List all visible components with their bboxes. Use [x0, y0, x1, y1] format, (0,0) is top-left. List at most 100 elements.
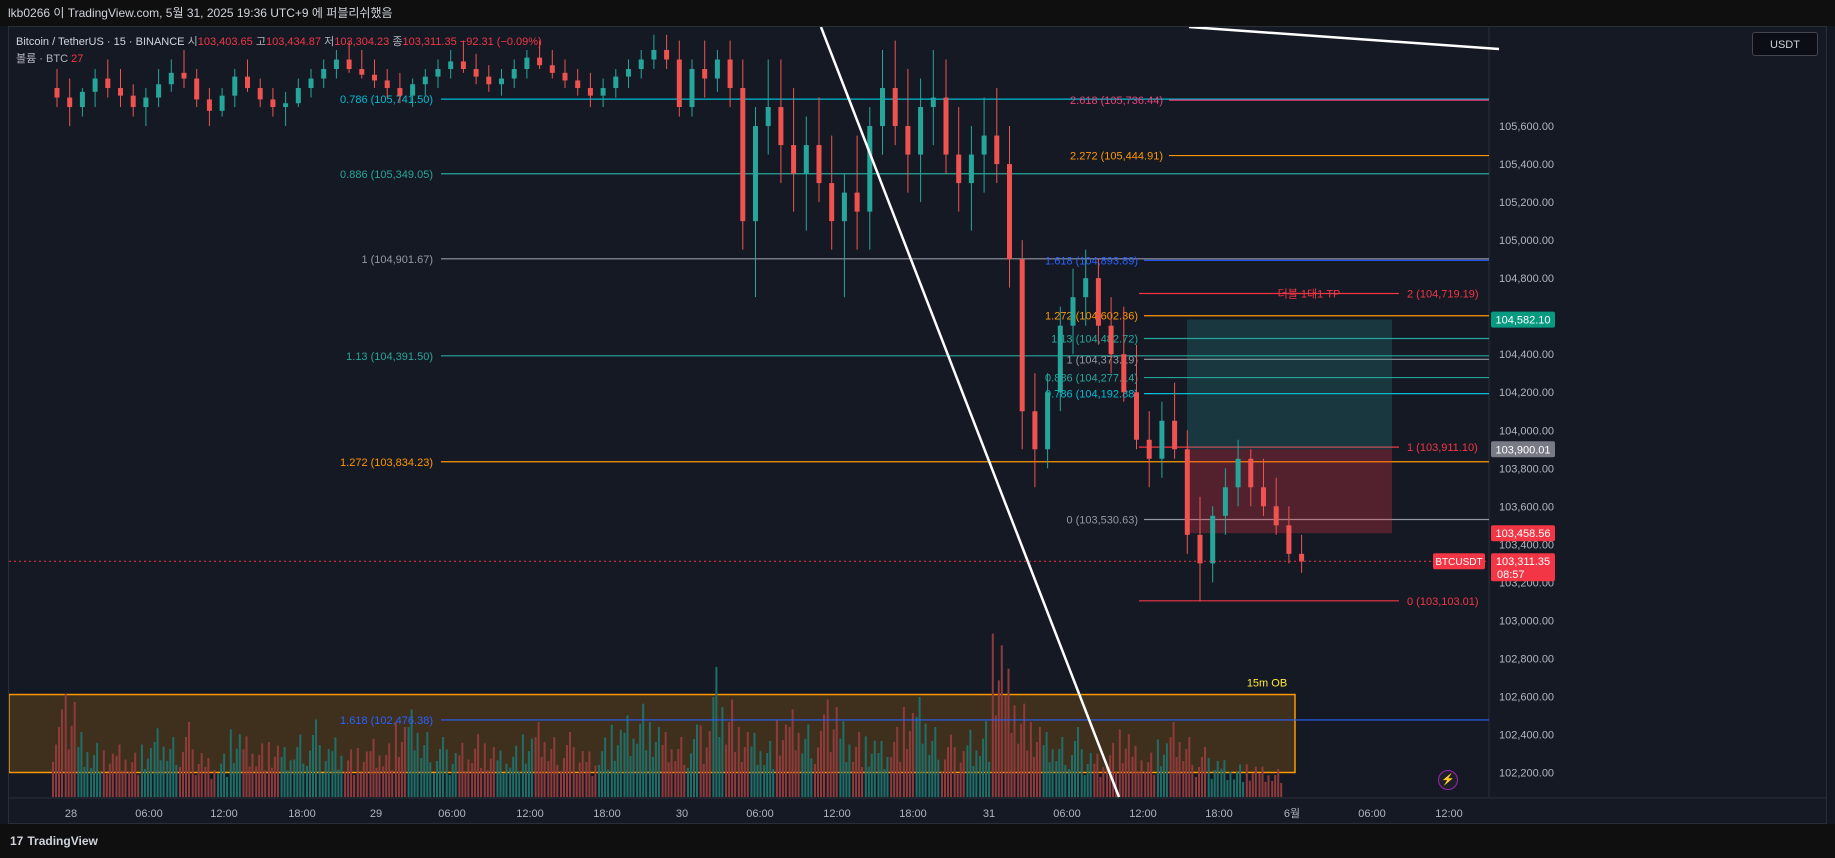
volume-bar	[1137, 771, 1140, 797]
candle-body	[1261, 487, 1266, 507]
lightning-icon[interactable]: ⚡	[1438, 770, 1458, 790]
volume-bar	[1061, 737, 1064, 797]
candle-body	[168, 72, 174, 85]
volume-bar	[880, 741, 883, 797]
volume-bar	[823, 714, 825, 797]
x-tick-label: 30	[676, 808, 688, 820]
volume-bar	[934, 727, 937, 797]
volume-bar	[664, 732, 667, 797]
volume-bar	[420, 758, 423, 797]
volume-bar	[1198, 767, 1200, 797]
volume-bar	[375, 767, 378, 797]
volume-bar	[64, 694, 67, 797]
currency-button[interactable]: USDT	[1752, 32, 1818, 56]
candle-body	[1184, 449, 1190, 535]
volume-bar	[480, 768, 483, 797]
volume-bar	[232, 763, 235, 797]
legend-row-ohlc: Bitcoin / TetherUS · 15 · BINANCE 시 103,4…	[16, 34, 542, 51]
volume-bar	[966, 745, 969, 797]
volume-bar	[756, 764, 759, 797]
volume-bar	[563, 758, 565, 797]
volume-bar	[931, 741, 934, 797]
volume-bar	[223, 753, 226, 797]
tradingview-logo[interactable]: 17 TradingView	[10, 834, 98, 848]
volume-bar	[276, 745, 279, 797]
x-tick-label: 12:00	[516, 808, 544, 820]
volume-bar	[591, 776, 594, 797]
x-tick-label: 28	[65, 808, 77, 820]
volume-bar	[553, 737, 556, 797]
volume-bar	[807, 724, 810, 797]
high-value: 103,434.87	[265, 36, 322, 48]
volume-bar	[185, 737, 187, 797]
volume-bar	[1226, 780, 1229, 797]
volume-bar	[175, 765, 178, 797]
symbol-name[interactable]: Bitcoin / TetherUS · 15 · BINANCE	[16, 36, 185, 48]
candle-body	[486, 76, 492, 85]
legend-row-volume: 볼륨 · BTC 27	[16, 51, 542, 68]
volume-bar	[810, 758, 813, 797]
volume-bar	[956, 774, 959, 797]
volume-bar	[1242, 782, 1245, 797]
candle-body	[1007, 164, 1012, 260]
volume-bar	[1248, 780, 1251, 797]
volume-bar	[86, 752, 89, 797]
chart-svg[interactable]: 105,600.00 105,400.00 105,200.00 105,000.00…	[9, 27, 1827, 824]
x-tick-label: 12:00	[1435, 808, 1463, 820]
volume-bar	[96, 742, 99, 797]
volume-bar	[1055, 761, 1058, 797]
volume-bar	[238, 734, 241, 797]
volume-bar	[93, 755, 96, 797]
volume-bar	[661, 745, 664, 797]
volume-bar	[166, 761, 169, 797]
volume-bar	[362, 762, 365, 797]
volume-bar	[83, 767, 86, 797]
volume-bar	[708, 731, 711, 797]
volume-bar	[746, 732, 749, 797]
volume-bar	[286, 770, 289, 797]
volume-bar	[712, 697, 715, 797]
volume-bar	[772, 769, 775, 797]
volume-bar	[693, 739, 695, 797]
volume-bar	[334, 737, 337, 797]
candle-body	[1045, 392, 1051, 450]
volume-bar	[1112, 742, 1115, 797]
chart-area[interactable]: 105,600.00 105,400.00 105,200.00 105,000.00…	[8, 26, 1827, 824]
volume-bar	[864, 736, 867, 797]
open-label: 시	[187, 36, 198, 48]
y-tick-label: 105,000.00	[1499, 235, 1554, 247]
volume-bar	[1207, 758, 1210, 797]
x-tick-label: 06:00	[135, 808, 163, 820]
price-tag-label: 103,900.01	[1495, 444, 1550, 456]
volume-bar	[677, 749, 680, 797]
volume-bar	[921, 743, 924, 797]
candle-body	[905, 126, 911, 155]
fib-red-label: 2 (104,719.19)	[1407, 289, 1479, 301]
volume-bar	[651, 757, 654, 797]
volume-bar	[235, 748, 238, 797]
position-stop-zone	[1187, 449, 1392, 534]
volume-bar	[728, 722, 731, 797]
volume-bar	[743, 747, 746, 797]
volume-bar	[267, 742, 270, 797]
high-label: 고	[255, 36, 266, 48]
volume-bar	[382, 766, 385, 797]
volume-bar	[944, 759, 946, 797]
volume-bar	[985, 721, 988, 797]
candle-body	[283, 103, 289, 108]
volume-bar	[458, 755, 461, 797]
volume-bar	[890, 757, 893, 797]
volume-bar	[1147, 762, 1150, 797]
attribution-text: lkb0266 이 TradingView.com, 5월 31, 2025 1…	[8, 6, 393, 20]
candle-body	[92, 78, 98, 92]
volume-bar	[1042, 745, 1045, 797]
volume-bar	[915, 717, 918, 797]
volume-bar	[588, 751, 591, 797]
volume-bar	[439, 749, 441, 797]
price-tag-label: 104,582.10	[1495, 315, 1550, 327]
candle-body	[994, 135, 1000, 165]
volume-bar	[947, 747, 949, 797]
volume-bar	[575, 774, 578, 797]
volume-bar	[146, 758, 149, 797]
volume-bar	[140, 744, 143, 797]
